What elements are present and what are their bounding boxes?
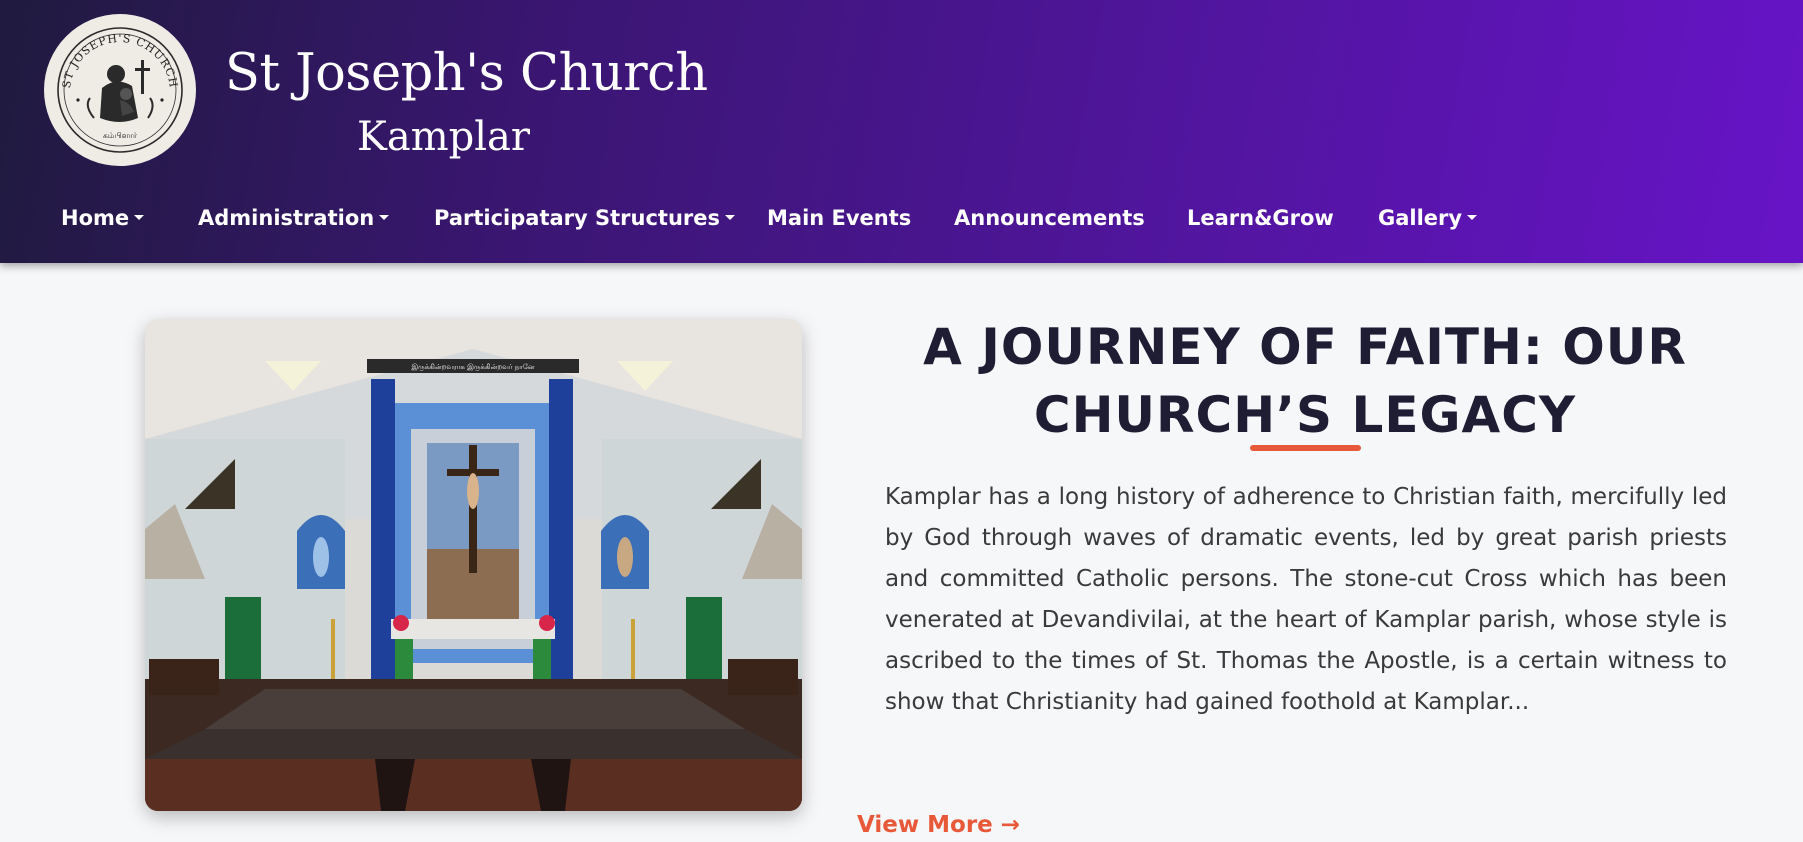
chevron-down-icon — [379, 214, 390, 220]
church-interior-image: இருக்கின்றவராக இருக்கின்றவர் நானே — [145, 319, 802, 811]
church-seal-icon: ST JOSEPH'S CHURCH கம்பிளார் — [57, 27, 183, 153]
site-header: ST JOSEPH'S CHURCH கம்பிளார் St Joseph's… — [0, 0, 1803, 263]
nav-label-announcements: Announcements — [954, 206, 1145, 230]
nav-item-gallery[interactable]: Gallery — [1378, 198, 1478, 238]
nav-item-main-events[interactable]: Main Events — [767, 198, 911, 238]
nav-label-participatary-structures: Participatary Structures — [434, 206, 721, 230]
nav-label-administration: Administration — [198, 206, 375, 230]
chevron-down-icon — [725, 214, 736, 220]
nav-label-learn-grow: Learn&Grow — [1187, 206, 1334, 230]
site-title[interactable]: St Joseph's Church — [225, 44, 708, 104]
nav-item-home[interactable]: Home — [61, 198, 145, 238]
nav-item-learn-grow[interactable]: Learn&Grow — [1187, 198, 1334, 238]
site-subtitle: Kamplar — [357, 114, 531, 160]
nav-label-gallery: Gallery — [1378, 206, 1463, 230]
church-logo[interactable]: ST JOSEPH'S CHURCH கம்பிளார் — [44, 14, 196, 166]
nav-item-participatary-structures[interactable]: Participatary Structures — [434, 198, 736, 238]
nav-label-home: Home — [61, 206, 130, 230]
logo-text-bottom: கம்பிளார் — [103, 131, 138, 140]
nav-item-announcements[interactable]: Announcements — [954, 198, 1145, 238]
chevron-down-icon — [1467, 214, 1478, 220]
heading-underline-divider — [1250, 445, 1361, 451]
nav-item-administration[interactable]: Administration — [198, 198, 390, 238]
page-heading: A JOURNEY OF FAITH: OUR CHURCH’S LEGACY — [923, 318, 1687, 444]
church-altar-illustration: இருக்கின்றவராக இருக்கின்றவர் நானே — [145, 319, 802, 811]
history-paragraph: Kamplar has a long history of adherence … — [885, 484, 1727, 715]
main-navigation: Home Administration Participatary Struct… — [0, 198, 1803, 238]
chevron-down-icon — [134, 214, 145, 220]
nav-label-main-events: Main Events — [767, 206, 912, 230]
image-banner-text: இருக்கின்றவராக இருக்கின்றவர் நானே — [411, 363, 534, 371]
